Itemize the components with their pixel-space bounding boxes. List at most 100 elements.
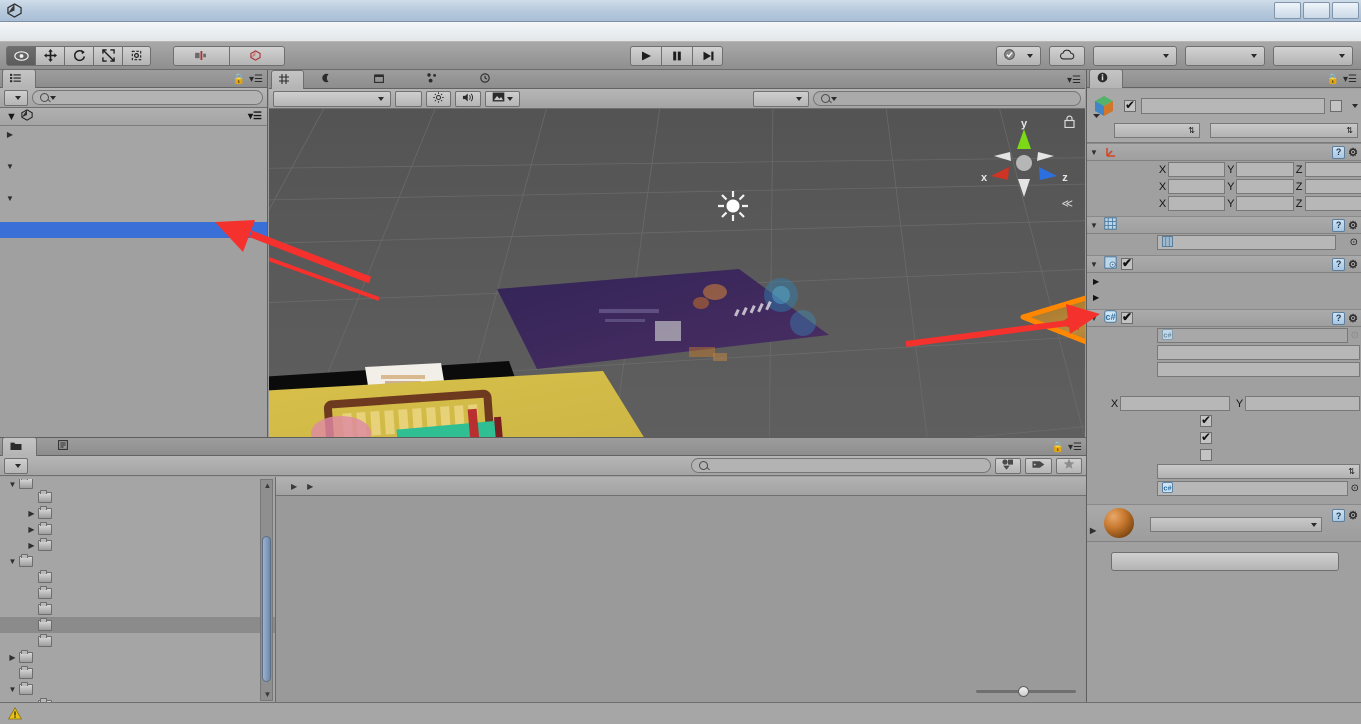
object-active-checkbox[interactable] — [1124, 98, 1136, 112]
rect-tool-button[interactable] — [122, 45, 151, 66]
help-icon[interactable]: ? — [1332, 311, 1346, 325]
tab-scene[interactable] — [271, 70, 304, 89]
project-tree-scrollbar[interactable]: ▲ ▼ — [260, 479, 273, 701]
chevron-right-icon[interactable]: ▶ — [6, 653, 19, 662]
project-tree-item[interactable]: ▼ — [0, 681, 275, 697]
scroll-up-arrow[interactable]: ▲ — [263, 481, 272, 490]
scale-tool-button[interactable] — [93, 45, 122, 66]
project-create-button[interactable] — [4, 457, 28, 474]
tab-console[interactable] — [51, 437, 82, 455]
tab-inspector[interactable] — [1089, 69, 1123, 88]
tag-dropdown[interactable]: ⇅ — [1114, 123, 1200, 138]
scene-gizmo-lock-icon[interactable] — [1064, 115, 1075, 131]
tab-animation[interactable] — [473, 70, 504, 88]
scale-y-input[interactable] — [1236, 196, 1294, 211]
help-icon[interactable]: ? — [1332, 509, 1346, 522]
object-name-input[interactable] — [1141, 98, 1325, 114]
scene-search-input[interactable] — [813, 91, 1081, 106]
position-y-input[interactable] — [1236, 162, 1294, 177]
hierarchy-item[interactable]: ▼ — [0, 190, 267, 206]
tab-animator[interactable] — [420, 70, 451, 88]
position-z-input[interactable] — [1304, 162, 1361, 177]
hierarchy-item[interactable]: ▶ — [0, 126, 267, 142]
chevron-right-icon[interactable]: ▶ — [1090, 526, 1100, 535]
filter-by-type-button[interactable] — [995, 457, 1021, 474]
chevron-down-icon[interactable]: ▼ — [6, 111, 17, 123]
chevron-down-icon[interactable]: ▼ — [1090, 148, 1100, 157]
mesh-renderer-lighting-foldout[interactable]: ▶ — [1087, 273, 1361, 289]
layers-button[interactable] — [1185, 45, 1265, 66]
mesh-object-field[interactable] — [1157, 235, 1336, 250]
zoom-slider-knob[interactable] — [1018, 685, 1029, 697]
project-tree-item[interactable]: ▼ — [0, 479, 275, 489]
cloud-button[interactable] — [1049, 45, 1085, 66]
panel-menu-icon[interactable]: ▾☰ — [1068, 442, 1082, 453]
pause-button[interactable] — [661, 45, 692, 66]
tab-project[interactable] — [2, 437, 37, 456]
shader-dropdown[interactable] — [1150, 517, 1323, 532]
hierarchy-item[interactable]: ▼ — [0, 158, 267, 174]
pivot-mode-button[interactable] — [173, 45, 229, 66]
maximize-button[interactable] — [1303, 2, 1330, 19]
project-tree-item[interactable] — [0, 569, 275, 585]
filter-by-label-button[interactable] — [1025, 457, 1052, 474]
name-input[interactable] — [1157, 362, 1360, 377]
draw-mode-dropdown[interactable] — [273, 90, 391, 107]
hierarchy-item[interactable] — [0, 174, 267, 190]
position-x-input[interactable] — [1168, 162, 1226, 177]
chevron-right-icon[interactable]: ▶ — [1093, 277, 1099, 286]
project-tree-item[interactable] — [0, 489, 275, 505]
scene-effects-button[interactable] — [485, 90, 520, 107]
asset-zoom-slider[interactable] — [976, 684, 1076, 698]
mesh-renderer-enabled-checkbox[interactable] — [1121, 256, 1133, 270]
hierarchy-scene-root[interactable]: ▼ ▾☰ — [0, 108, 267, 126]
chevron-right-icon[interactable]: ▶ — [25, 541, 38, 550]
component-header-transform[interactable]: ▼ ? ⚙ — [1087, 143, 1361, 161]
project-search-input[interactable] — [691, 458, 991, 473]
help-icon[interactable]: ? — [1332, 257, 1346, 271]
scene-audio-button[interactable] — [455, 90, 481, 107]
panel-menu-icon[interactable]: ▾☰ — [1067, 75, 1081, 86]
scroll-down-arrow[interactable]: ▼ — [263, 690, 272, 699]
rotation-x-input[interactable] — [1168, 179, 1226, 194]
chevron-down-icon[interactable]: ▼ — [6, 557, 19, 566]
active-target-checkbox[interactable] — [1200, 413, 1212, 427]
project-tree-item[interactable]: ▼ — [0, 553, 275, 569]
hierarchy-item[interactable] — [0, 142, 267, 158]
loader-object-field[interactable]: c# — [1157, 481, 1348, 496]
menu-help[interactable] — [114, 30, 132, 34]
menu-window[interactable] — [96, 30, 114, 34]
chevron-down-icon[interactable]: ▼ — [4, 194, 16, 203]
project-tree-scroll-thumb[interactable] — [262, 536, 271, 682]
material-header[interactable]: ▶ ? ⚙ — [1087, 504, 1361, 542]
toggle-2d-button[interactable] — [395, 90, 422, 107]
gameobject-active-checkbox[interactable] — [1200, 430, 1212, 444]
component-header-image-target-dynamic-load[interactable]: ▼ c# ? ⚙ — [1087, 309, 1361, 327]
favorites-button[interactable] — [1056, 457, 1082, 474]
mesh-renderer-materials-foldout[interactable]: ▶ — [1087, 289, 1361, 305]
scene-projection-label[interactable]: ≪ — [1061, 197, 1073, 210]
chevron-right-icon[interactable]: ▶ — [4, 130, 16, 139]
tab-asset-store[interactable] — [367, 70, 398, 88]
close-button[interactable] — [1332, 2, 1359, 19]
project-tree-item[interactable] — [0, 633, 275, 649]
rotation-y-input[interactable] — [1236, 179, 1294, 194]
component-header-mesh-filter[interactable]: ▼ ? ⚙ — [1087, 216, 1361, 234]
space-mode-button[interactable] — [229, 45, 285, 66]
menu-edit[interactable] — [24, 30, 42, 34]
size-x-input[interactable] — [1120, 396, 1230, 411]
hand-tool-button[interactable] — [6, 45, 35, 66]
tab-hierarchy[interactable] — [2, 69, 36, 88]
size-y-input[interactable] — [1245, 396, 1360, 411]
chevron-down-icon[interactable]: ▼ — [6, 480, 19, 489]
chevron-down-icon[interactable] — [1352, 104, 1358, 108]
project-tree-item[interactable]: ▶ — [0, 649, 275, 665]
lock-icon[interactable]: 🔒 — [1052, 442, 1064, 453]
menu-file[interactable] — [6, 30, 24, 34]
chevron-down-icon[interactable]: ▼ — [1090, 314, 1100, 323]
hierarchy-search-input[interactable] — [32, 90, 263, 105]
panel-menu-icon[interactable]: ▾☰ — [1343, 74, 1357, 85]
static-checkbox[interactable] — [1330, 100, 1342, 112]
chevron-down-icon[interactable]: ▼ — [1090, 221, 1100, 230]
status-bar[interactable] — [0, 702, 1361, 724]
